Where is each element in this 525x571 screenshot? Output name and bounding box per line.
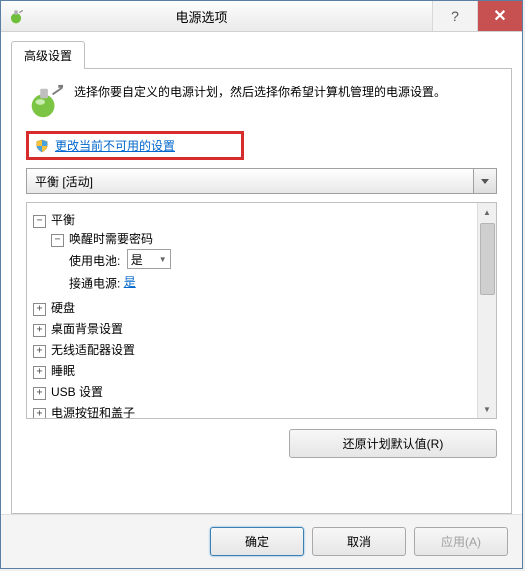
shield-icon	[35, 139, 49, 153]
tree-node-balanced[interactable]: −平衡 −唤醒时需要密码 使用电池: 是	[33, 209, 473, 297]
dialog-footer: 确定 取消 应用(A)	[1, 514, 522, 568]
collapse-icon[interactable]: −	[33, 215, 46, 228]
expand-icon[interactable]: +	[33, 324, 46, 337]
tab-advanced-settings[interactable]: 高级设置	[11, 41, 85, 69]
tree-node-wireless-adapter[interactable]: +无线适配器设置	[33, 339, 473, 360]
scroll-down-icon[interactable]: ▼	[478, 400, 496, 418]
tab-strip: 高级设置	[11, 40, 512, 68]
expand-icon[interactable]: +	[33, 303, 46, 316]
on-battery-value: 是	[131, 251, 143, 268]
expand-icon[interactable]: +	[33, 408, 46, 418]
titlebar-buttons: ? ✕	[432, 1, 522, 31]
tree-node-wake-password[interactable]: −唤醒时需要密码 使用电池: 是 ▼	[51, 228, 473, 295]
collapse-icon[interactable]: −	[51, 234, 64, 247]
tree-node-hard-disk[interactable]: +硬盘	[33, 297, 473, 318]
intro-text: 选择你要自定义的电源计划，然后选择你希望计算机管理的电源设置。	[74, 83, 497, 121]
apply-button[interactable]: 应用(A)	[414, 527, 508, 556]
intro-row: 选择你要自定义的电源计划，然后选择你希望计算机管理的电源设置。	[26, 83, 497, 121]
change-unavailable-wrap: 更改当前不可用的设置	[26, 131, 497, 168]
expand-icon[interactable]: +	[33, 387, 46, 400]
power-plan-select-value: 平衡 [活动]	[27, 173, 473, 190]
scrollbar-thumb[interactable]	[480, 223, 495, 295]
cancel-button[interactable]: 取消	[312, 527, 406, 556]
settings-tree-container: −平衡 −唤醒时需要密码 使用电池: 是	[26, 202, 497, 419]
power-plan-select[interactable]: 平衡 [活动]	[26, 168, 497, 194]
help-button[interactable]: ?	[432, 1, 477, 31]
tree-node-desktop-background[interactable]: +桌面背景设置	[33, 318, 473, 339]
settings-tree[interactable]: −平衡 −唤醒时需要密码 使用电池: 是	[27, 203, 477, 418]
change-unavailable-link[interactable]: 更改当前不可用的设置	[55, 137, 175, 154]
tree-node-on-battery[interactable]: 使用电池: 是 ▼	[69, 247, 473, 271]
tree-node-plugged-in[interactable]: 接通电源: 是	[69, 271, 473, 293]
ok-button[interactable]: 确定	[210, 527, 304, 556]
scroll-up-icon[interactable]: ▲	[478, 203, 496, 221]
power-plan-icon	[26, 83, 64, 121]
expand-icon[interactable]: +	[33, 366, 46, 379]
power-plan-icon	[7, 7, 25, 25]
tree-node-usb-settings[interactable]: +USB 设置	[33, 381, 473, 402]
chevron-down-icon: ▼	[159, 255, 167, 264]
titlebar-title: 电源选项	[31, 7, 432, 26]
tree-node-sleep[interactable]: +睡眠	[33, 360, 473, 381]
close-button[interactable]: ✕	[477, 1, 522, 31]
restore-defaults-button[interactable]: 还原计划默认值(R)	[289, 429, 497, 458]
titlebar: 电源选项 ? ✕	[1, 1, 522, 32]
dialog-body: 高级设置 选择你要自定义的电源计划，然后选择你希望计算机管理的电源设置。 更改当…	[1, 32, 522, 514]
restore-row: 还原计划默认值(R)	[26, 429, 497, 458]
expand-icon[interactable]: +	[33, 345, 46, 358]
on-battery-value-select[interactable]: 是 ▼	[127, 249, 171, 269]
chevron-down-icon	[473, 169, 496, 193]
plugged-in-value[interactable]: 是	[124, 275, 136, 289]
tree-node-power-buttons-lid[interactable]: +电源按钮和盖子	[33, 402, 473, 418]
scrollbar[interactable]: ▲ ▼	[477, 203, 496, 418]
tab-page: 选择你要自定义的电源计划，然后选择你希望计算机管理的电源设置。 更改当前不可用的…	[11, 68, 512, 514]
power-options-dialog: 电源选项 ? ✕ 高级设置 选择你要自定义的电源计划，然后选择你希望计算机管理的…	[0, 0, 523, 569]
